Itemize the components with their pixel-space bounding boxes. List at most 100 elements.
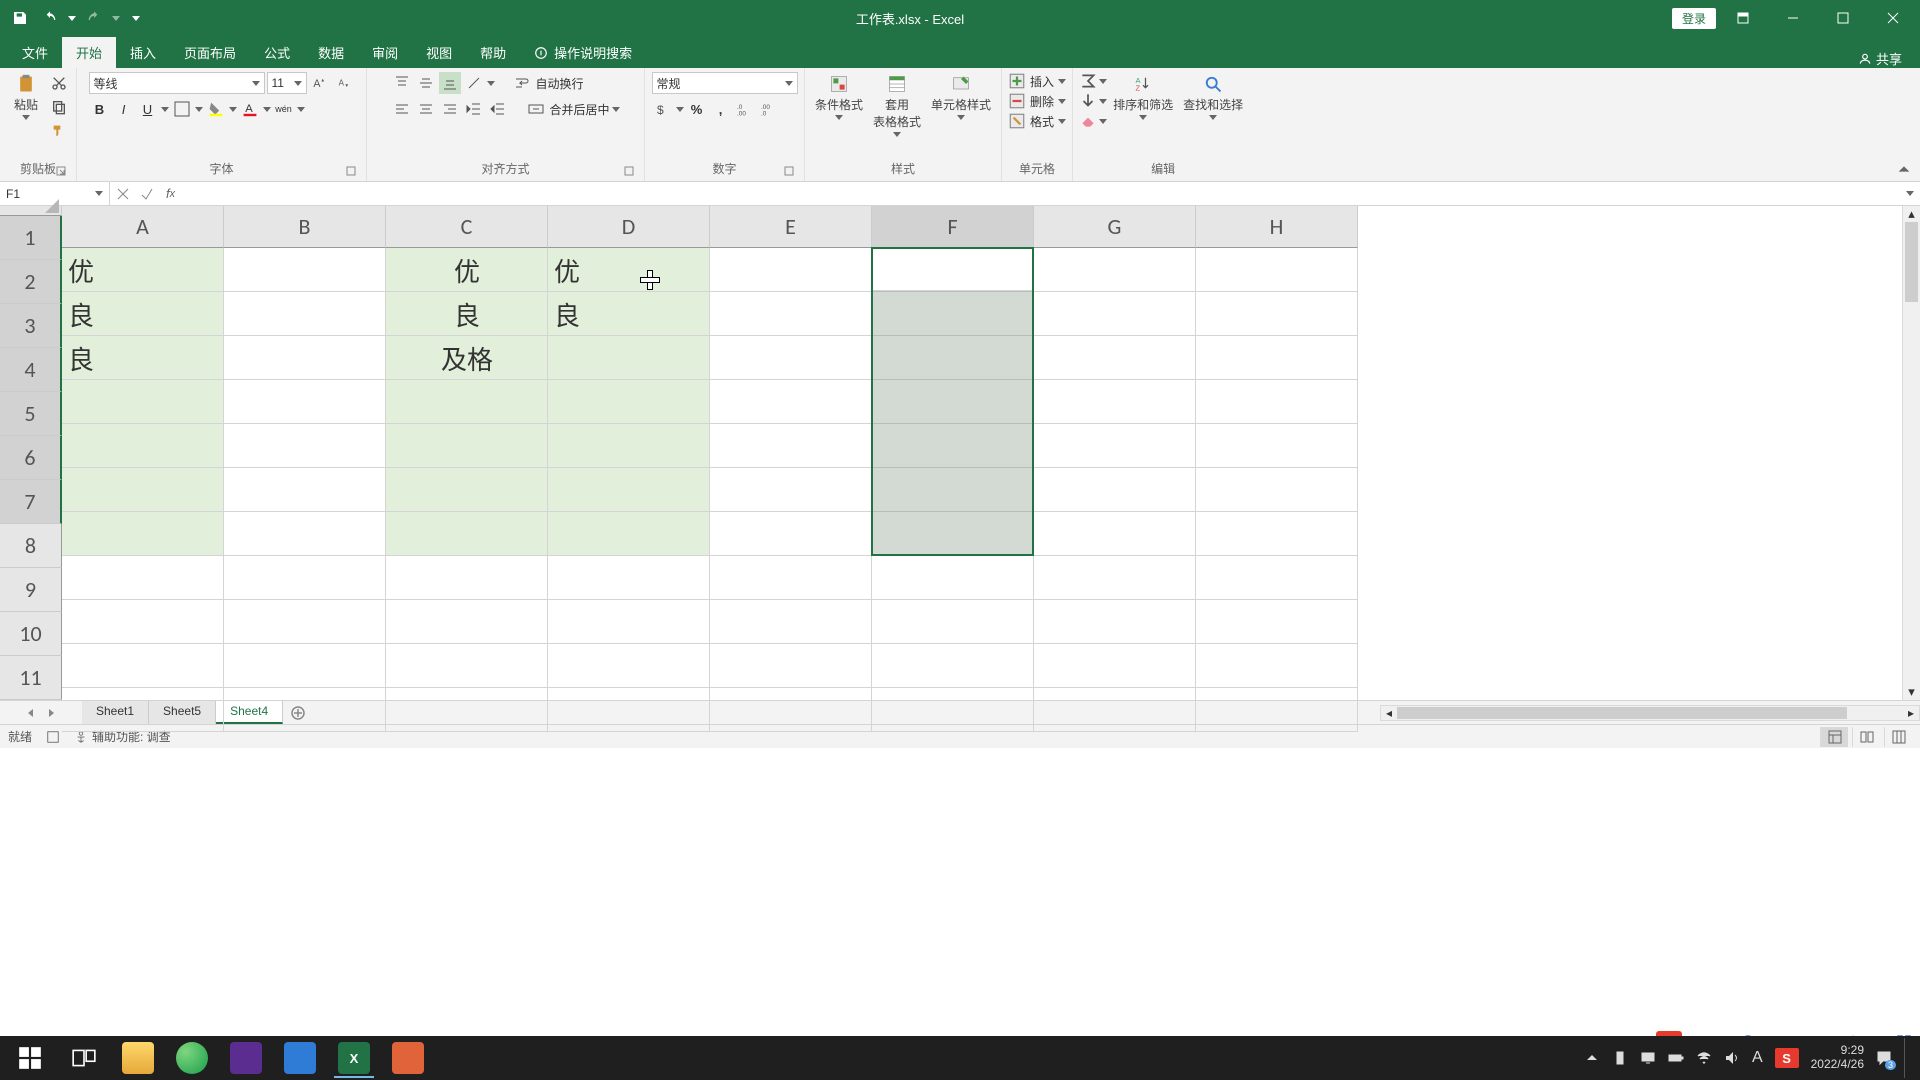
- wifi-icon[interactable]: [1696, 1050, 1712, 1066]
- cell-B2[interactable]: [224, 292, 386, 336]
- file-explorer-icon[interactable]: [112, 1036, 164, 1080]
- tab-formulas[interactable]: 公式: [250, 37, 304, 68]
- underline-icon[interactable]: U: [137, 98, 159, 120]
- row-header-10[interactable]: 10: [0, 612, 62, 656]
- col-header-F[interactable]: F: [872, 206, 1034, 248]
- cell-H7[interactable]: [1196, 512, 1358, 556]
- cell-D2-text[interactable]: 良: [548, 292, 710, 336]
- format-painter-icon[interactable]: [48, 120, 70, 142]
- collapse-ribbon-icon[interactable]: [1896, 161, 1912, 177]
- cell-E3[interactable]: [710, 336, 872, 380]
- chevron-down-icon[interactable]: [161, 107, 169, 112]
- tray-expand-icon[interactable]: [1584, 1050, 1600, 1066]
- cell-E2[interactable]: [710, 292, 872, 336]
- cancel-icon[interactable]: [116, 187, 130, 201]
- cell-D9[interactable]: [548, 600, 710, 644]
- merge-center-icon[interactable]: [525, 98, 547, 120]
- minimize-icon[interactable]: [1770, 3, 1816, 33]
- volume-icon[interactable]: [1724, 1050, 1740, 1066]
- col-header-A[interactable]: A: [62, 206, 224, 248]
- cell-H1[interactable]: [1196, 248, 1358, 292]
- increase-decimal-icon[interactable]: .0.00: [734, 98, 756, 120]
- cell-B9[interactable]: [224, 600, 386, 644]
- cell-E10[interactable]: [710, 644, 872, 688]
- phonetic-icon[interactable]: wén: [273, 98, 295, 120]
- excel-icon[interactable]: X: [328, 1036, 380, 1080]
- row-header-1[interactable]: 1: [0, 216, 62, 260]
- tab-page-layout[interactable]: 页面布局: [170, 37, 250, 68]
- cell-A1-text[interactable]: 优: [62, 248, 224, 292]
- cell-G10[interactable]: [1034, 644, 1196, 688]
- cell-G8[interactable]: [1034, 556, 1196, 600]
- cell-D10[interactable]: [548, 644, 710, 688]
- tab-file[interactable]: 文件: [8, 37, 62, 68]
- prev-sheet-icon[interactable]: [26, 708, 36, 718]
- taskbar-clock[interactable]: 9:29 2022/4/26: [1811, 1044, 1864, 1072]
- cell-A7[interactable]: [62, 512, 224, 556]
- edge-browser-icon[interactable]: [166, 1036, 218, 1080]
- cell-E6[interactable]: [710, 468, 872, 512]
- cell-E8[interactable]: [710, 556, 872, 600]
- cell-A9[interactable]: [62, 600, 224, 644]
- cell-styles-button[interactable]: 单元格样式: [927, 72, 995, 122]
- cell-E7[interactable]: [710, 512, 872, 556]
- cell-C11[interactable]: [386, 688, 548, 732]
- bold-icon[interactable]: B: [89, 98, 111, 120]
- cell-F11[interactable]: [872, 688, 1034, 732]
- macro-record-icon[interactable]: [46, 730, 60, 744]
- visual-studio-icon[interactable]: [220, 1036, 272, 1080]
- col-header-D[interactable]: D: [548, 206, 710, 248]
- undo-dropdown-icon[interactable]: [68, 16, 76, 21]
- font-size-combo[interactable]: 11: [267, 72, 307, 94]
- wrap-text-icon[interactable]: [511, 72, 533, 94]
- row-header-2[interactable]: 2: [0, 260, 62, 304]
- cell-C6[interactable]: [386, 468, 548, 512]
- cell-H9[interactable]: [1196, 600, 1358, 644]
- cell-A2-text[interactable]: 良: [62, 292, 224, 336]
- chevron-down-icon[interactable]: [95, 191, 103, 196]
- fill-button[interactable]: [1079, 92, 1107, 110]
- cell-B8[interactable]: [224, 556, 386, 600]
- chevron-down-icon[interactable]: [297, 107, 305, 112]
- insert-cells-button[interactable]: 插入: [1008, 72, 1066, 90]
- paste-button[interactable]: 粘贴: [6, 72, 46, 122]
- cell-C7[interactable]: [386, 512, 548, 556]
- cell-G2[interactable]: [1034, 292, 1196, 336]
- dialog-launcher-icon[interactable]: [624, 165, 638, 179]
- next-sheet-icon[interactable]: [46, 708, 56, 718]
- cell-A5[interactable]: [62, 424, 224, 468]
- ribbon-display-options-icon[interactable]: [1720, 3, 1766, 33]
- cell-H5[interactable]: [1196, 424, 1358, 468]
- col-header-C[interactable]: C: [386, 206, 548, 248]
- scrollbar-thumb[interactable]: [1397, 707, 1847, 719]
- close-icon[interactable]: [1870, 3, 1916, 33]
- row-header-11[interactable]: 11: [0, 656, 62, 700]
- decrease-decimal-icon[interactable]: .00.0: [758, 98, 780, 120]
- cell-C3-text[interactable]: 及格: [386, 336, 548, 380]
- format-as-table-button[interactable]: 套用 表格格式: [869, 72, 925, 139]
- cell-G6[interactable]: [1034, 468, 1196, 512]
- tab-view[interactable]: 视图: [412, 37, 466, 68]
- chevron-down-icon[interactable]: [195, 107, 203, 112]
- cell-F6[interactable]: [872, 468, 1034, 512]
- tab-review[interactable]: 审阅: [358, 37, 412, 68]
- cell-B3[interactable]: [224, 336, 386, 380]
- cell-B10[interactable]: [224, 644, 386, 688]
- align-right-icon[interactable]: [439, 98, 461, 120]
- scrollbar-thumb[interactable]: [1905, 222, 1918, 302]
- decrease-indent-icon[interactable]: [463, 98, 485, 120]
- cell-H11[interactable]: [1196, 688, 1358, 732]
- number-format-combo[interactable]: 常规: [652, 72, 798, 94]
- cell-D5[interactable]: [548, 424, 710, 468]
- scroll-up-icon[interactable]: ▴: [1903, 206, 1920, 222]
- cell-G9[interactable]: [1034, 600, 1196, 644]
- cell-C8[interactable]: [386, 556, 548, 600]
- cell-F10[interactable]: [872, 644, 1034, 688]
- cell-F9[interactable]: [872, 600, 1034, 644]
- align-top-icon[interactable]: [391, 72, 413, 94]
- save-icon[interactable]: [8, 6, 32, 30]
- dialog-launcher-icon[interactable]: [346, 165, 360, 179]
- chevron-down-icon[interactable]: [229, 107, 237, 112]
- cell-G3[interactable]: [1034, 336, 1196, 380]
- start-button[interactable]: [4, 1036, 56, 1080]
